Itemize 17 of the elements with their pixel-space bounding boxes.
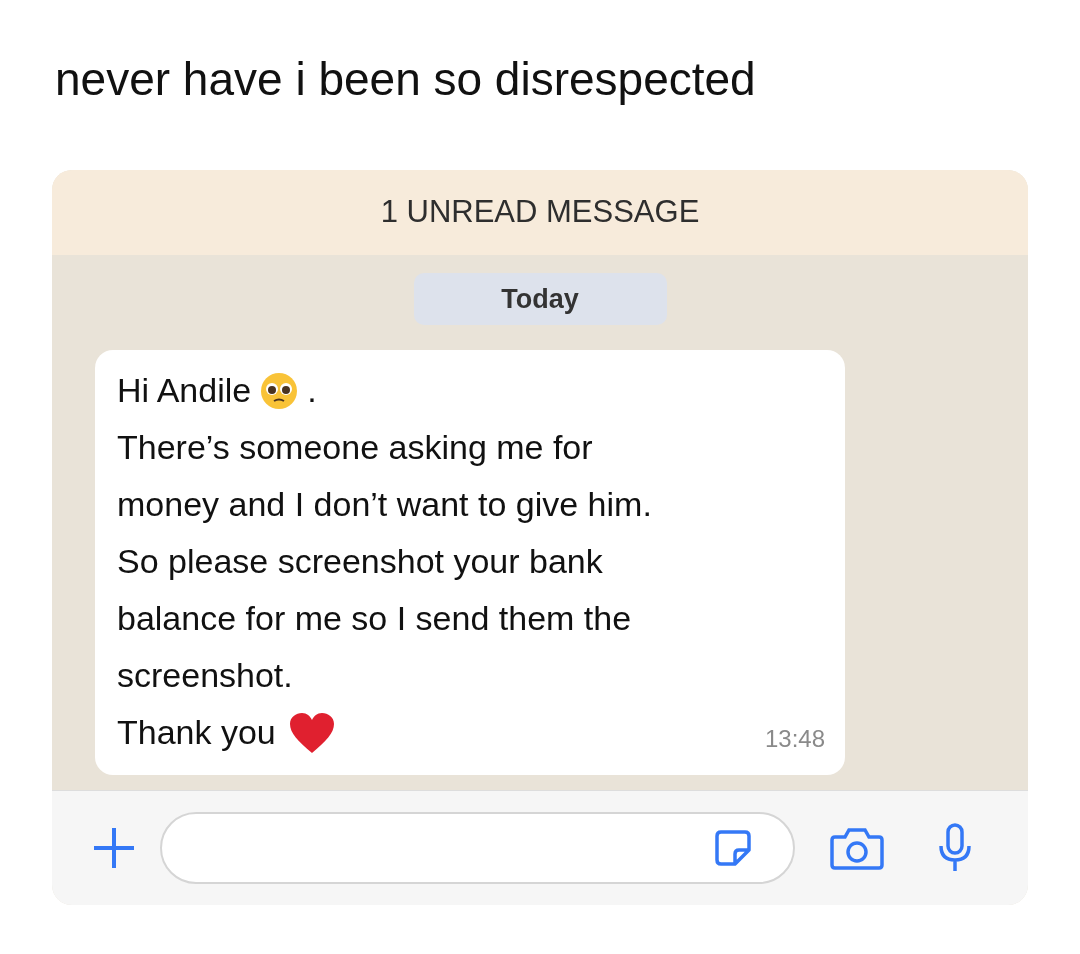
camera-icon[interactable] [829, 825, 885, 871]
message-line: screenshot. [117, 655, 293, 696]
unread-banner: 1 UNREAD MESSAGE [52, 170, 1028, 255]
message-punctuation: . [307, 370, 317, 411]
message-line: So please screenshot your bank [117, 541, 603, 582]
message-line: money and I don’t want to give him. [117, 484, 652, 525]
heart-icon [287, 710, 336, 755]
message-line: There’s someone asking me for [117, 427, 593, 468]
microphone-icon[interactable] [937, 822, 973, 874]
message-line: Thank you [117, 712, 276, 753]
message-line: Hi Andile [117, 370, 252, 411]
message-line: balance for me so I send them the [117, 598, 632, 639]
sticker-icon[interactable] [713, 828, 753, 868]
message-time: 13:48 [764, 724, 825, 754]
date-chip: Today [413, 273, 667, 325]
caption: never have i been so disrespected [55, 52, 756, 107]
pleading-face-icon [259, 370, 300, 411]
